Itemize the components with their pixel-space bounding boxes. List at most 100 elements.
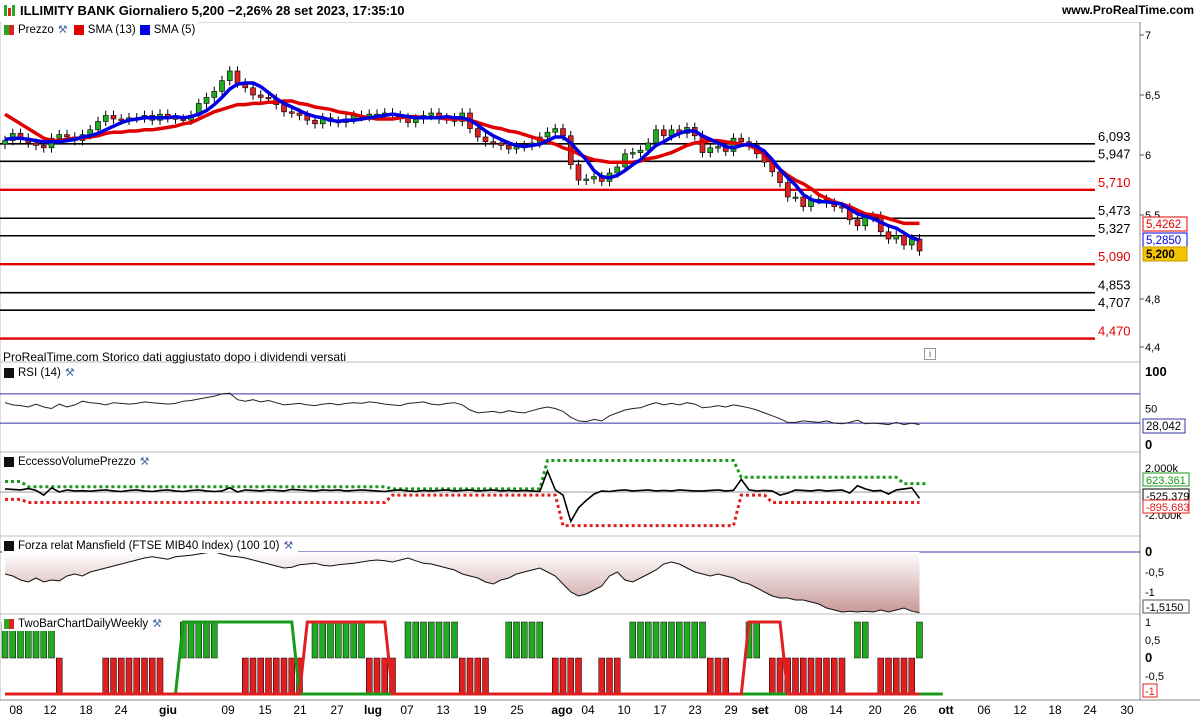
twobar-bar [466,657,474,695]
y-tick-label: 0,5 [1145,635,1160,647]
level-label: 4,707 [1098,295,1131,310]
y-tick-label: 7 [1145,30,1151,42]
level-label: 5,327 [1098,221,1131,236]
price-badge-label: 5,200 [1146,249,1175,261]
twobar-bar [118,657,125,695]
candle [591,176,597,180]
twobar-bar [358,621,365,659]
price-swatch [4,24,14,35]
mansfield-swatch [4,540,14,551]
header-icon[interactable] [4,5,16,16]
panel-frame-1 [0,361,1141,453]
rsi-badge-label: 28,042 [1146,421,1181,433]
data-note: ProRealTime.com Storico dati aggiustato … [3,350,347,364]
level-label: 6,093 [1098,129,1131,144]
wrench-icon[interactable]: ⚒ [65,367,77,379]
candle [622,153,628,168]
mansfield-legend: Forza relat Mansfield (FTSE MIB40 Index)… [2,538,299,553]
panel-frame-2 [0,451,1141,537]
twobar-bar [807,657,815,695]
sma5-swatch [139,24,150,35]
x-tick-label: 18 [79,703,93,717]
twobar-bar [629,621,636,659]
x-tick-label: giu [159,703,177,717]
twobar-bar [652,621,660,659]
twobar-bar [854,621,861,659]
x-tick-label: 07 [400,703,414,717]
twobar-bar [412,621,419,659]
wrench-icon[interactable]: ⚒ [58,24,70,36]
twobar-bar [552,657,559,695]
twobar-bar [420,621,427,659]
candle [862,217,869,227]
twobar-bar [474,657,481,695]
candle [893,235,900,240]
y-tick-label: 0 [1145,437,1152,452]
x-tick-label: lug [364,703,382,717]
candle [505,145,512,150]
x-tick-label: 13 [436,703,450,717]
twobar-bar [614,657,621,695]
wrench-icon[interactable]: ⚒ [140,456,152,468]
twobar-bar [203,621,210,659]
twobar-bar [885,657,892,695]
candle [265,97,272,100]
twobar-bar [102,657,109,695]
y-tick-label: 4,4 [1145,342,1160,354]
twobar-bar [916,621,923,659]
twobar-bar [575,657,582,695]
price-badge-label: 5,2850 [1146,235,1181,247]
twobar-bar [342,621,350,659]
wrench-icon[interactable]: ⚒ [283,540,295,552]
candle [490,141,497,144]
twobar-bar [660,621,667,659]
twobar-bar [769,657,776,695]
y-tick-label: -0,5 [1145,567,1164,579]
y-tick-label: 1 [1145,617,1151,629]
twobar-bar [815,657,822,695]
legend-sma5: SMA (5) [153,23,196,36]
twobar-bar [714,657,722,695]
twobar-bar [606,657,613,695]
twobar-bar [691,621,698,659]
x-tick-label: ago [551,703,572,717]
x-tick-label: 27 [330,703,344,717]
twobar-bar [536,621,543,659]
info-icon[interactable]: i [924,348,936,360]
site-link[interactable]: www.ProRealTime.com [1062,3,1194,17]
candle [211,91,218,98]
x-tick-label: 26 [903,703,917,717]
price-badge-label: 5,4262 [1146,219,1181,231]
twobar-bar [637,621,644,659]
price-legend: Prezzo ⚒ SMA (13) SMA (5) [2,22,199,37]
level-label: 5,473 [1098,203,1131,218]
candle [203,97,210,104]
candle [792,196,799,199]
chart-header: ILLIMITY BANK Giornaliero 5,200 −2,26% 2… [0,0,1200,22]
x-tick-label: 30 [1120,703,1134,717]
candle [637,149,644,153]
candle [800,196,807,207]
candle [738,137,745,143]
twobar-bar [366,657,373,695]
candle [257,94,264,98]
y-tick-label: 6,5 [1145,90,1160,102]
twobar-bar [110,657,117,695]
x-tick-label: 23 [688,703,702,717]
twobar-bar [428,621,435,659]
wrench-icon[interactable]: ⚒ [152,618,164,630]
twobar-badge-label: -1 [1145,686,1155,698]
candle [64,134,70,138]
panel-frame-0 [0,21,1141,363]
twobar-bar [683,621,691,659]
twobar-bar [862,621,869,659]
x-tick-label: set [751,703,768,717]
x-tick-label: 08 [9,703,23,717]
candle [110,115,117,120]
twobar-bar [482,657,489,695]
twobar-bar [149,657,156,695]
x-tick-label: ott [938,703,953,717]
candle [95,121,101,131]
twobar-bar [443,621,450,659]
candle [482,136,489,143]
